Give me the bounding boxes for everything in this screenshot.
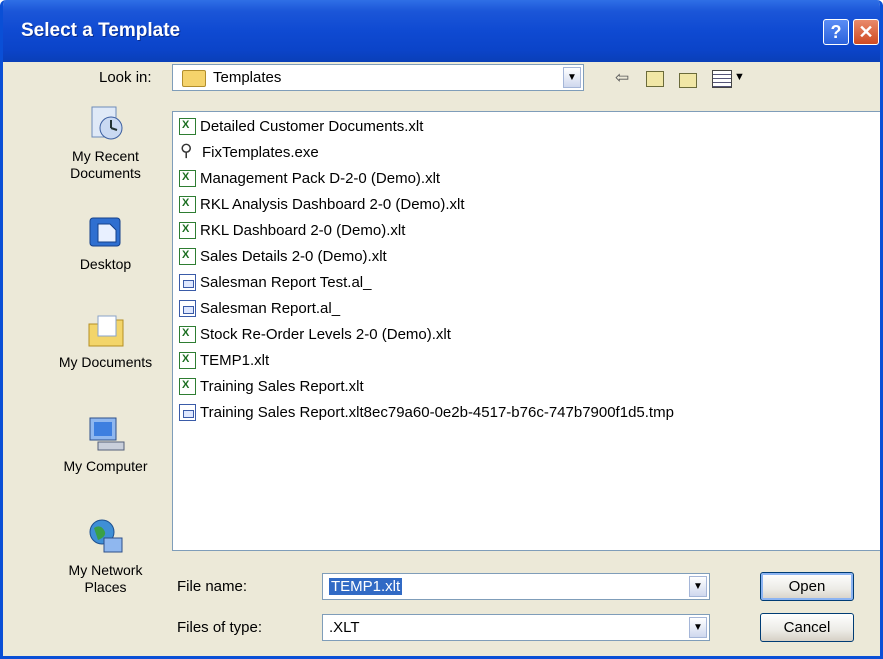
open-button[interactable]: Open bbox=[760, 572, 854, 601]
file-name: Stock Re-Order Levels 2-0 (Demo).xlt bbox=[200, 325, 451, 343]
excel-template-icon bbox=[179, 221, 196, 239]
excel-template-icon bbox=[179, 195, 196, 213]
place-label: Desktop bbox=[79, 256, 132, 272]
place-my-computer[interactable]: My Computer bbox=[51, 414, 160, 475]
network-places-icon bbox=[86, 518, 126, 558]
my-computer-icon bbox=[86, 414, 126, 454]
executable-icon bbox=[179, 141, 198, 161]
excel-template-icon bbox=[179, 351, 196, 369]
generic-file-icon bbox=[179, 299, 196, 317]
file-name: TEMP1.xlt bbox=[200, 351, 270, 369]
window-title: Select a Template bbox=[21, 20, 181, 41]
file-name-value: TEMP1.xlt bbox=[329, 578, 403, 595]
list-item[interactable]: Training Sales Report.xlt bbox=[179, 375, 364, 397]
list-item[interactable]: Training Sales Report.xlt8ec79a60-0e2b-4… bbox=[179, 401, 674, 423]
excel-template-icon bbox=[179, 247, 196, 265]
place-network-places[interactable]: My Network Places bbox=[51, 518, 160, 596]
look-in-label: Look in: bbox=[99, 69, 152, 86]
file-list[interactable]: Detailed Customer Documents.xlt FixTempl… bbox=[172, 111, 880, 551]
chevron-down-icon[interactable]: ▼ bbox=[689, 576, 707, 597]
file-name-label: File name: bbox=[177, 578, 248, 595]
place-label: My Documents bbox=[58, 354, 153, 370]
cancel-button[interactable]: Cancel bbox=[760, 613, 854, 642]
my-documents-icon bbox=[86, 310, 126, 350]
select-template-dialog: Select a Template ? ✕ Look in: Templates… bbox=[0, 0, 883, 659]
file-type-value: .XLT bbox=[329, 619, 360, 636]
place-recent-documents[interactable]: My Recent Documents bbox=[51, 104, 160, 182]
file-name: Management Pack D-2-0 (Demo).xlt bbox=[200, 169, 441, 187]
folder-icon bbox=[182, 70, 206, 87]
file-name: Training Sales Report.xlt bbox=[200, 377, 364, 395]
list-item[interactable]: Detailed Customer Documents.xlt bbox=[179, 115, 423, 137]
file-name: FixTemplates.exe bbox=[202, 143, 319, 161]
recent-documents-icon bbox=[86, 104, 126, 144]
views-dropdown-arrow[interactable]: ▼ bbox=[734, 71, 745, 83]
place-desktop[interactable]: Desktop bbox=[51, 212, 160, 273]
list-item[interactable]: Salesman Report Test.al_ bbox=[179, 271, 371, 293]
look-in-combo[interactable]: Templates ▼ bbox=[172, 64, 584, 91]
file-name: Detailed Customer Documents.xlt bbox=[200, 117, 424, 135]
chevron-down-icon[interactable]: ▼ bbox=[689, 617, 707, 638]
list-item[interactable]: RKL Dashboard 2-0 (Demo).xlt bbox=[179, 219, 405, 241]
file-name: Salesman Report.al_ bbox=[200, 299, 341, 317]
list-item[interactable]: RKL Analysis Dashboard 2-0 (Demo).xlt bbox=[179, 193, 465, 215]
list-item[interactable]: TEMP1.xlt bbox=[179, 349, 269, 371]
place-label: My Recent Documents bbox=[70, 148, 141, 181]
generic-file-icon bbox=[179, 403, 196, 421]
file-name: RKL Analysis Dashboard 2-0 (Demo).xlt bbox=[200, 195, 465, 213]
close-button[interactable]: ✕ bbox=[853, 19, 879, 45]
file-name: Training Sales Report.xlt8ec79a60-0e2b-4… bbox=[200, 403, 674, 421]
place-label: My Network Places bbox=[68, 562, 143, 595]
excel-template-icon bbox=[179, 169, 196, 187]
help-button[interactable]: ? bbox=[823, 19, 849, 45]
excel-template-icon bbox=[179, 117, 196, 135]
excel-template-icon bbox=[179, 325, 196, 343]
file-name: Sales Details 2-0 (Demo).xlt bbox=[200, 247, 387, 265]
list-item[interactable]: Management Pack D-2-0 (Demo).xlt bbox=[179, 167, 440, 189]
place-my-documents[interactable]: My Documents bbox=[51, 310, 160, 371]
views-menu-icon[interactable] bbox=[712, 70, 732, 88]
file-type-select[interactable]: .XLT ▼ bbox=[322, 614, 710, 641]
list-item[interactable]: Sales Details 2-0 (Demo).xlt bbox=[179, 245, 387, 267]
place-label: My Computer bbox=[63, 458, 148, 474]
generic-file-icon bbox=[179, 273, 196, 291]
list-item[interactable]: Stock Re-Order Levels 2-0 (Demo).xlt bbox=[179, 323, 451, 345]
file-type-label: Files of type: bbox=[177, 619, 263, 636]
up-folder-icon[interactable] bbox=[646, 71, 664, 87]
file-name: Salesman Report Test.al_ bbox=[200, 273, 372, 291]
file-name: RKL Dashboard 2-0 (Demo).xlt bbox=[200, 221, 406, 239]
places-bar: My Recent Documents Desktop My Documents… bbox=[51, 104, 160, 624]
list-item[interactable]: FixTemplates.exe bbox=[179, 141, 319, 163]
desktop-icon bbox=[86, 212, 126, 252]
list-item[interactable]: Salesman Report.al_ bbox=[179, 297, 340, 319]
new-folder-icon[interactable] bbox=[679, 73, 697, 88]
chevron-down-icon[interactable]: ▼ bbox=[563, 67, 581, 88]
look-in-value: Templates bbox=[213, 69, 282, 86]
back-arrow-icon[interactable]: ⇦ bbox=[615, 68, 629, 88]
excel-template-icon bbox=[179, 377, 196, 395]
title-bar: Select a Template ? ✕ bbox=[3, 0, 880, 62]
file-name-input[interactable]: TEMP1.xlt ▼ bbox=[322, 573, 710, 600]
